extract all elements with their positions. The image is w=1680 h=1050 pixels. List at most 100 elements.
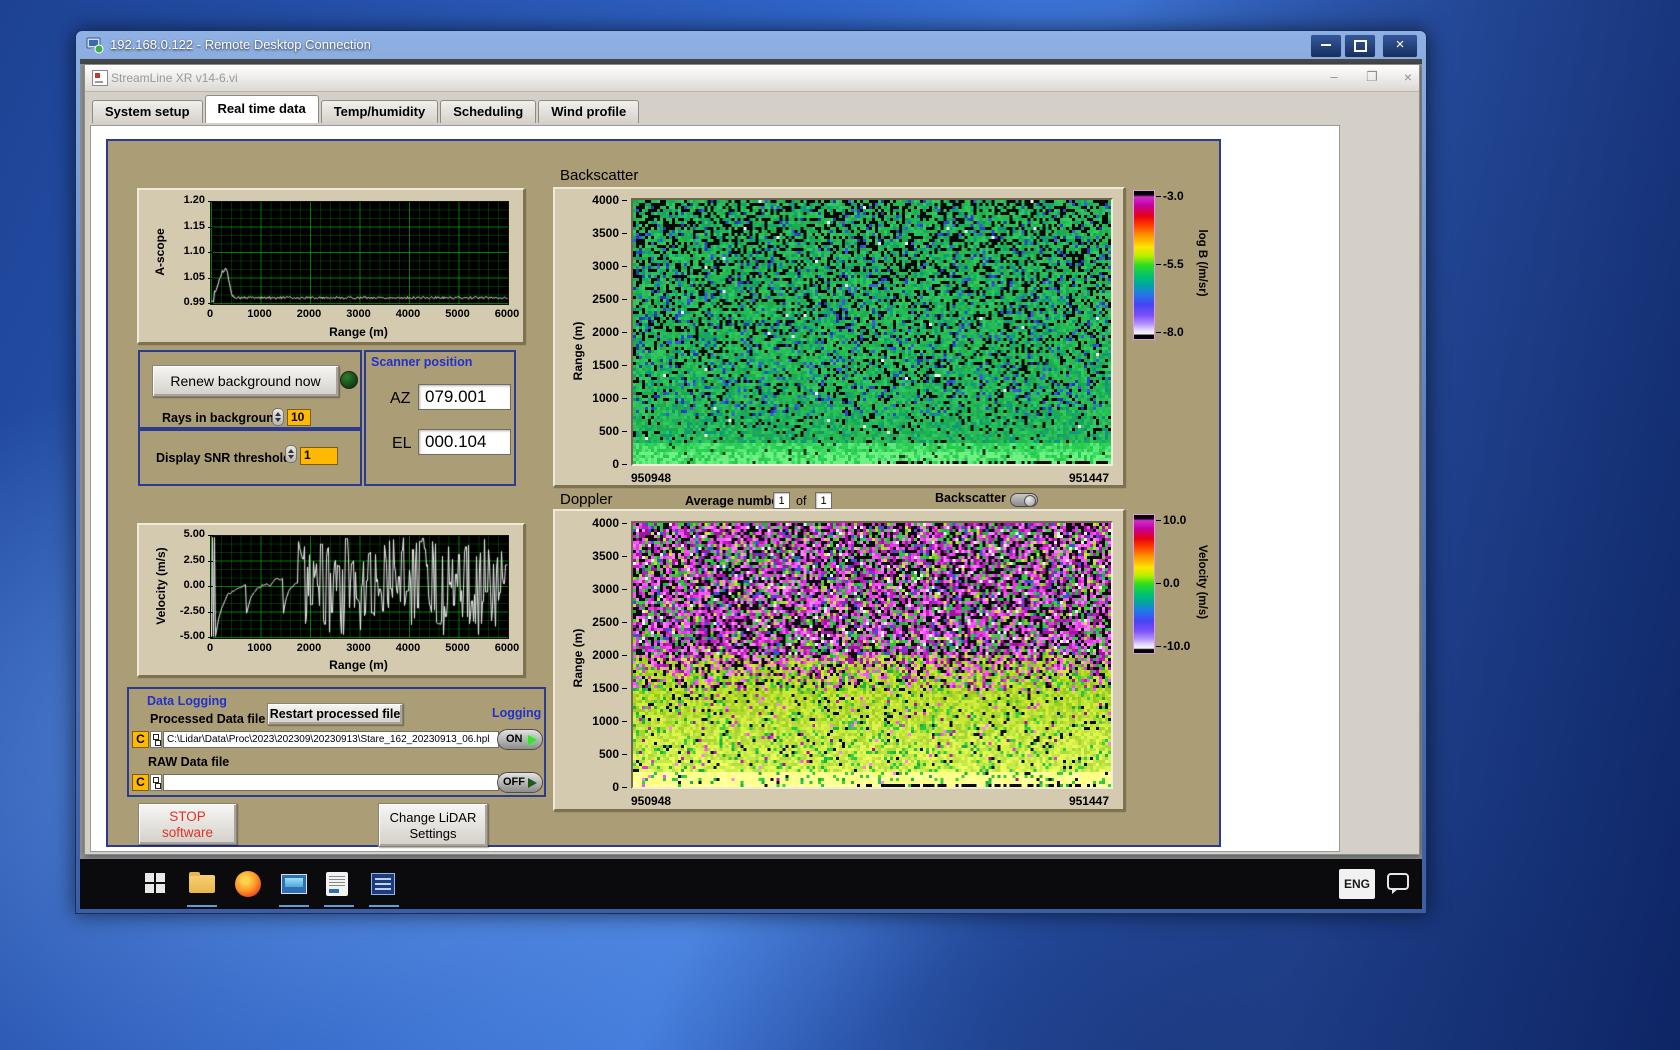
data-logging-box: Data Logging Processed Data file Restart… [127,687,546,797]
colorbar-tick-label: -5.5 [1163,257,1184,271]
rdp-close-button[interactable]: × [1382,34,1418,58]
tick-mark [622,266,627,267]
doppler-graph: Range (m) 950948 951447 4000 3500 3000 2500… [553,509,1125,811]
ascope-trace [211,202,508,304]
tick-mark [208,586,213,587]
rays-in-background-label: Rays in background [162,411,282,425]
spinner-down-icon [288,455,294,459]
restart-processed-file-button[interactable]: Restart processed file [267,703,403,725]
tab-temp-humidity[interactable]: Temp/humidity [320,100,439,123]
app-restore-button[interactable]: ❐ [1361,69,1383,85]
processed-path-input[interactable] [163,731,499,748]
backscatter-toggle-label: Backscatter [935,491,1006,505]
processed-data-file-label: Processed Data file [150,712,266,726]
app-window-title: StreamLine XR v14-6.vi [111,71,238,85]
backscatter-x-end-label: 951447 [1068,471,1109,485]
rdp-minimize-button[interactable] [1310,34,1342,58]
on-led-icon [528,735,537,745]
tick-mark [622,200,627,201]
browse-path-icon[interactable] [150,774,162,791]
toggle-off-label: OFF [503,776,525,788]
x-tick-label: 5000 [445,308,470,320]
app-close-button[interactable]: × [1397,69,1419,85]
remote-display-app-icon[interactable] [281,874,307,894]
snr-spinner[interactable] [285,445,297,463]
y-tick-label: 3000 [592,582,619,596]
backscatter-heatmap-image [633,200,1111,464]
start-button[interactable] [143,871,169,897]
tab-wind-profile[interactable]: Wind profile [538,100,640,123]
scan-scheduler-app-icon[interactable] [326,872,348,896]
tick-mark [622,332,627,333]
tick-mark [208,252,213,253]
processed-logging-toggle[interactable]: ON [497,729,543,750]
colorbar-tick-mark [1156,196,1161,197]
rdp-titlebar[interactable]: 192.168.0.122 - Remote Desktop Connectio… [76,31,1426,59]
renew-background-button[interactable]: Renew background now [152,365,339,397]
chat-icon[interactable] [1387,873,1409,894]
tick-mark [622,556,627,557]
tick-mark [622,754,627,755]
average-number-value[interactable]: 1 [773,492,790,509]
y-tick-label: 1.05 [183,270,205,283]
x-tick-label: 0 [206,308,214,320]
colorbar-tick-label: 10.0 [1163,513,1187,527]
y-tick-label: 1000 [592,714,619,728]
y-tick-label: 0.00 [183,579,205,591]
off-led-icon [528,778,537,788]
tick-mark [622,431,627,432]
y-tick-label: 3500 [592,549,619,563]
taskbar: ENG [80,859,1422,909]
x-tick-label: 1000 [247,308,272,320]
backscatter-display-toggle[interactable] [1010,493,1038,507]
close-icon: × [1395,36,1405,53]
x-tick-label: 4000 [395,308,421,320]
rays-spinner[interactable] [272,408,284,426]
doppler-heatmap-image [633,523,1111,787]
tick-mark [622,233,627,234]
drive-letter-box[interactable]: C [132,731,149,748]
raw-logging-toggle[interactable]: OFF [497,772,543,793]
background-controls-box: Renew background now Rays in background … [138,350,362,429]
x-tick-label: 6000 [494,308,520,320]
y-tick-label: 5.00 [183,528,205,540]
app-titlebar[interactable]: StreamLine XR v14-6.vi – ❐ × [85,65,1419,92]
display-snr-threshold-value[interactable]: 1 [300,447,338,465]
file-explorer-icon[interactable] [189,872,215,893]
rdp-window: 192.168.0.122 - Remote Desktop Connectio… [75,30,1427,914]
stop-software-button[interactable]: STOP software [138,803,237,845]
rdp-maximize-button[interactable] [1344,34,1376,58]
backscatter-x-start-label: 950948 [631,471,672,485]
raw-path-input[interactable] [163,774,499,791]
drive-letter-box[interactable]: C [132,774,149,791]
colorbar-tick-mark [1156,646,1161,647]
language-indicator[interactable]: ENG [1339,869,1375,899]
doppler-x-end-label: 951447 [1068,794,1109,808]
x-tick-label: 2000 [296,308,322,320]
tick-mark [208,277,213,279]
browse-path-icon[interactable] [150,731,162,748]
tick-mark [208,535,213,536]
firefox-icon[interactable] [235,871,261,897]
y-tick-label: 500 [598,424,619,438]
x-tick-label: 5000 [445,642,470,654]
change-lidar-settings-button[interactable]: Change LiDAR Settings [378,803,488,847]
backscatter-colorbar [1133,190,1155,340]
tab-system-setup[interactable]: System setup [92,100,203,123]
active-app-indicator [369,905,399,907]
spinner-down-icon [275,418,281,422]
minimize-icon [1321,44,1331,46]
tick-mark [622,299,627,300]
app-minimize-button[interactable]: – [1323,69,1345,84]
tab-scheduling[interactable]: Scheduling [440,100,537,123]
tick-mark [208,226,213,228]
rays-in-background-value[interactable]: 10 [287,409,311,426]
terminal-app-icon[interactable] [371,873,395,895]
tab-real-time-data[interactable]: Real time data [204,95,319,123]
colorbar-tick-label: 0.0 [1163,576,1180,590]
y-tick-label: 2000 [592,325,619,339]
average-total-value[interactable]: 1 [815,492,832,509]
tick-mark [622,464,627,465]
backscatter-heatmap [631,198,1113,466]
tab-bar: System setup Real time data Temp/humidity S… [92,95,641,123]
